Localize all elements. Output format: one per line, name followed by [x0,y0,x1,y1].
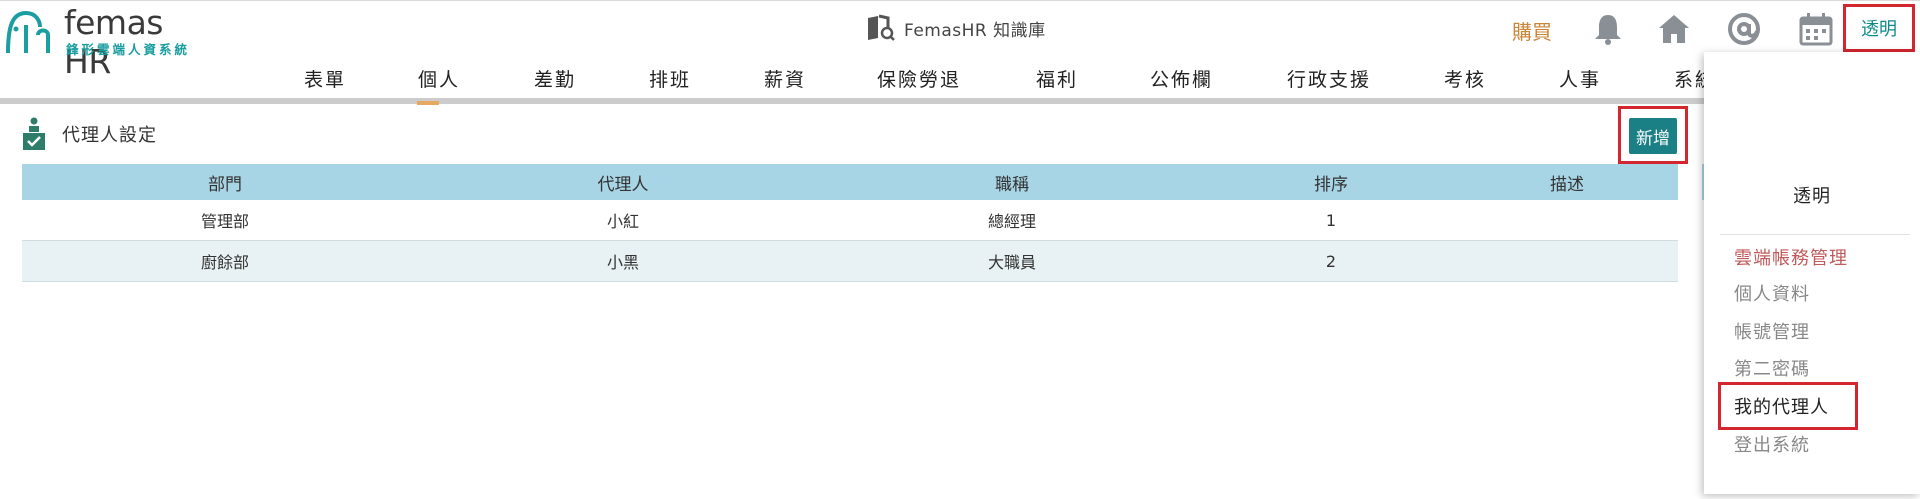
table-row[interactable]: 管理部 小紅 總經理 1 [22,200,1678,241]
menu-item-account[interactable]: 帳號管理 [1734,318,1810,344]
cell-department: 管理部 [200,212,249,231]
agent-table: 部門 代理人 職稱 排序 描述 管理部 小紅 總經理 1 廚餘部 小黑 大職員 … [22,164,1678,282]
menu-item-profile[interactable]: 個人資料 [1734,280,1810,306]
add-button[interactable]: 新增 [1629,118,1677,154]
nav-item-payroll[interactable]: 薪資 [764,65,806,92]
cell-agent: 小紅 [606,212,639,231]
nav-active-indicator [417,101,439,105]
menu-item-my-agent[interactable]: 我的代理人 [1734,393,1829,419]
menu-item-logout[interactable]: 登出系統 [1734,431,1810,457]
column-header-description[interactable]: 描述 [1456,164,1678,200]
user-dropdown-menu: 透明 雲端帳務管理 個人資料 帳號管理 第二密碼 我的代理人 登出系統 [1704,52,1920,494]
calendar-icon[interactable] [1798,11,1834,47]
agent-settings-icon [23,117,45,150]
book-search-icon [868,14,895,41]
table-row[interactable]: 廚餘部 小黑 大職員 2 [22,241,1678,282]
nav-item-insurance[interactable]: 保險勞退 [877,65,961,92]
brand-subtitle: 鋒形雲端人資系統 [66,42,191,57]
nav-item-shift[interactable]: 排班 [649,65,691,92]
cell-department: 廚餘部 [200,253,249,272]
cell-order: 2 [1325,251,1337,271]
menu-item-second-password[interactable]: 第二密碼 [1734,355,1810,381]
cell-order: 1 [1325,210,1337,230]
nav-item-forms[interactable]: 表單 [304,65,346,92]
dropdown-user-name: 透明 [1793,186,1831,207]
user-menu-button[interactable]: 透明 [1843,4,1915,52]
cell-description [1456,200,1678,240]
buy-link[interactable]: 購買 [1512,16,1552,45]
nav-item-admin[interactable]: 行政支援 [1287,65,1371,92]
page-title: 代理人設定 [62,125,157,146]
nav-item-attendance[interactable]: 差勤 [534,65,576,92]
column-header-department[interactable]: 部門 [22,164,428,200]
nav-item-bulletin[interactable]: 公佈欄 [1150,65,1213,92]
nav-item-personal[interactable]: 個人 [418,65,460,92]
nav-item-hr[interactable]: 人事 [1559,65,1601,92]
column-header-agent[interactable]: 代理人 [428,164,818,200]
at-icon[interactable] [1726,11,1762,47]
cell-agent: 小黑 [606,253,639,272]
nav-item-welfare[interactable]: 福利 [1036,65,1078,92]
column-header-order[interactable]: 排序 [1206,164,1456,200]
bell-icon[interactable] [1590,11,1626,47]
femas-logo[interactable]: femas HR 鋒形雲端人資系統 [0,3,210,81]
menu-item-cloud-billing[interactable]: 雲端帳務管理 [1734,244,1848,270]
logo-mark-icon [6,10,50,54]
nav-divider [0,98,1920,104]
table-header: 部門 代理人 職稱 排序 描述 [22,164,1678,200]
home-icon[interactable] [1656,11,1692,47]
dropdown-divider [1720,234,1910,235]
page-header: 代理人設定 [22,114,157,154]
knowledge-base-label: FemasHR 知識庫 [904,20,1046,41]
cell-description [1456,241,1678,281]
nav-item-review[interactable]: 考核 [1444,65,1486,92]
column-header-title[interactable]: 職稱 [818,164,1206,200]
cell-title: 大職員 [987,253,1036,272]
cell-title: 總經理 [987,212,1036,231]
knowledge-base-link[interactable]: FemasHR 知識庫 [866,13,1046,43]
